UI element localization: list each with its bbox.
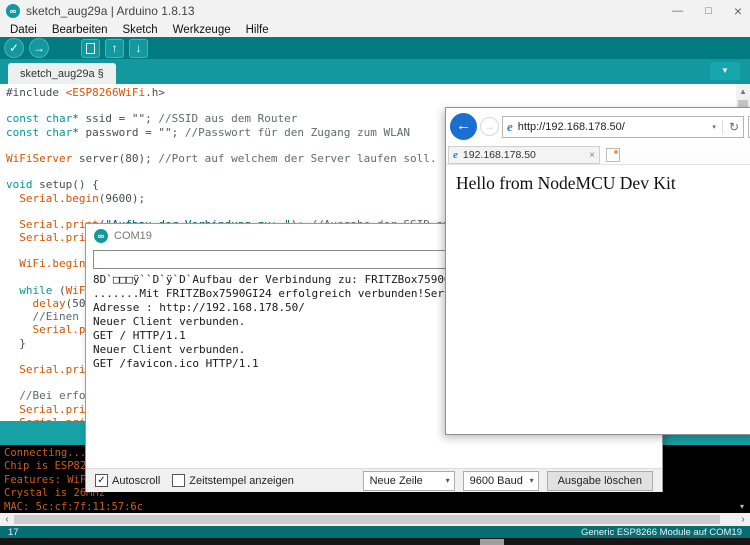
ide-window-title: sketch_aug29a | Arduino 1.8.13 <box>26 4 195 18</box>
menu-item-bearbeiten[interactable]: Bearbeiten <box>52 24 108 36</box>
menu-item-datei[interactable]: Datei <box>10 24 37 36</box>
menu-item-werkzeuge[interactable]: Werkzeuge <box>173 24 231 36</box>
arduino-app-icon: ∞ <box>6 4 20 18</box>
timestamp-checkbox[interactable] <box>172 474 186 487</box>
arrow-left-icon: ← <box>456 117 471 134</box>
tab-menu-button[interactable]: ▼ <box>710 62 740 80</box>
scroll-right-icon[interactable]: › <box>736 513 750 526</box>
chevron-down-icon: ▾ <box>529 476 534 485</box>
back-button[interactable]: ← <box>450 113 477 140</box>
arduino-app-icon: ∞ <box>94 229 108 243</box>
cursor-line-indicator: 17 <box>8 526 19 538</box>
document-icon <box>86 42 95 54</box>
menu-item-sketch[interactable]: Sketch <box>122 24 157 36</box>
ide-statusbar: 17 Generic ESP8266 Module auf COM19 <box>0 526 750 538</box>
line-ending-value: Neue Zeile <box>369 474 423 487</box>
toolbar: ✓ → ↑ ↓ <box>0 37 750 95</box>
serial-bottombar: ✓ Autoscroll Zeitstempel anzeigen Neue Z… <box>86 468 662 492</box>
chevron-down-icon: ▼ <box>721 66 729 75</box>
hscrollbar-thumb[interactable] <box>14 515 720 524</box>
menubar: Datei Bearbeiten Sketch Werkzeuge Hilfe <box>0 22 750 37</box>
save-sketch-button[interactable]: ↓ <box>129 38 148 58</box>
new-sketch-button[interactable] <box>81 38 100 58</box>
scroll-up-icon[interactable]: ▲ <box>736 84 750 99</box>
console-scroll-down-icon[interactable]: ▾ <box>736 502 748 513</box>
console-horizontal-scrollbar[interactable]: ‹ › <box>0 513 750 526</box>
arrow-right-icon: → <box>33 41 45 55</box>
verify-button[interactable]: ✓ <box>4 38 24 58</box>
url-text: http://192.168.178.50/ <box>517 121 625 133</box>
browser-tabbar: e 192.168.178.50 × <box>446 146 750 164</box>
ie-favicon: e <box>507 119 513 134</box>
url-dropdown-icon[interactable]: ▾ <box>712 123 716 131</box>
ie-favicon: e <box>453 149 458 161</box>
baud-rate-select[interactable]: 9600 Baud ▾ <box>462 470 539 491</box>
new-tab-button[interactable] <box>606 148 620 162</box>
minimize-icon[interactable]: — <box>672 5 683 17</box>
forward-button[interactable]: → <box>480 117 499 136</box>
line-ending-select[interactable]: Neue Zeile ▾ <box>362 470 455 491</box>
chevron-down-icon: ▾ <box>445 476 450 485</box>
close-icon[interactable]: × <box>734 3 742 19</box>
open-sketch-button[interactable]: ↑ <box>105 38 124 58</box>
scroll-left-icon[interactable]: ‹ <box>0 513 14 526</box>
refresh-icon[interactable]: ↻ <box>729 120 739 134</box>
autoscroll-checkbox[interactable]: ✓ <box>95 474 108 487</box>
tab-sketch-aug29a[interactable]: sketch_aug29a § <box>8 63 116 84</box>
address-bar[interactable]: e http://192.168.178.50/ ▾ ↻ <box>502 116 744 138</box>
arrow-up-icon: ↑ <box>111 41 118 55</box>
editor-tabbar: sketch_aug29a § ▼ <box>0 59 750 84</box>
browser-page-content: Hello from NodeMCU Dev Kit <box>446 164 750 434</box>
autoscroll-label: Autoscroll <box>112 474 161 487</box>
browser-window: ← → e http://192.168.178.50/ ▾ ↻ e 192.1… <box>445 107 750 435</box>
timestamp-label: Zeitstempel anzeigen <box>189 474 294 487</box>
ide-titlebar[interactable]: ∞ sketch_aug29a | Arduino 1.8.13 — □ × <box>0 0 750 22</box>
browser-tab[interactable]: e 192.168.178.50 × <box>448 146 600 164</box>
page-heading: Hello from NodeMCU Dev Kit <box>456 173 676 193</box>
board-port-indicator: Generic ESP8266 Module auf COM19 <box>580 526 742 538</box>
clear-output-button[interactable]: Ausgabe löschen <box>546 470 653 491</box>
browser-tab-title: 192.168.178.50 <box>462 149 536 161</box>
output-line: MAC: 5c:cf:7f:11:57:6c <box>4 500 144 513</box>
code-line: #include <ESP8266WiFi.h> <box>6 86 165 99</box>
check-icon: ✓ <box>8 41 20 55</box>
tab-close-icon[interactable]: × <box>589 150 595 161</box>
bottom-strip-segment <box>480 539 504 545</box>
arrow-right-icon: → <box>484 121 495 133</box>
serial-window-title: COM19 <box>114 230 152 242</box>
clear-output-label: Ausgabe löschen <box>557 474 642 487</box>
maximize-icon[interactable]: □ <box>705 5 712 17</box>
baud-rate-value: 9600 Baud <box>469 474 523 487</box>
upload-button[interactable]: → <box>29 38 49 58</box>
menu-item-hilfe[interactable]: Hilfe <box>246 24 269 36</box>
tab-label: sketch_aug29a § <box>20 67 104 80</box>
bottom-strip <box>0 538 750 545</box>
arrow-down-icon: ↓ <box>135 41 142 55</box>
browser-navbar: ← → e http://192.168.178.50/ ▾ ↻ <box>446 108 750 146</box>
